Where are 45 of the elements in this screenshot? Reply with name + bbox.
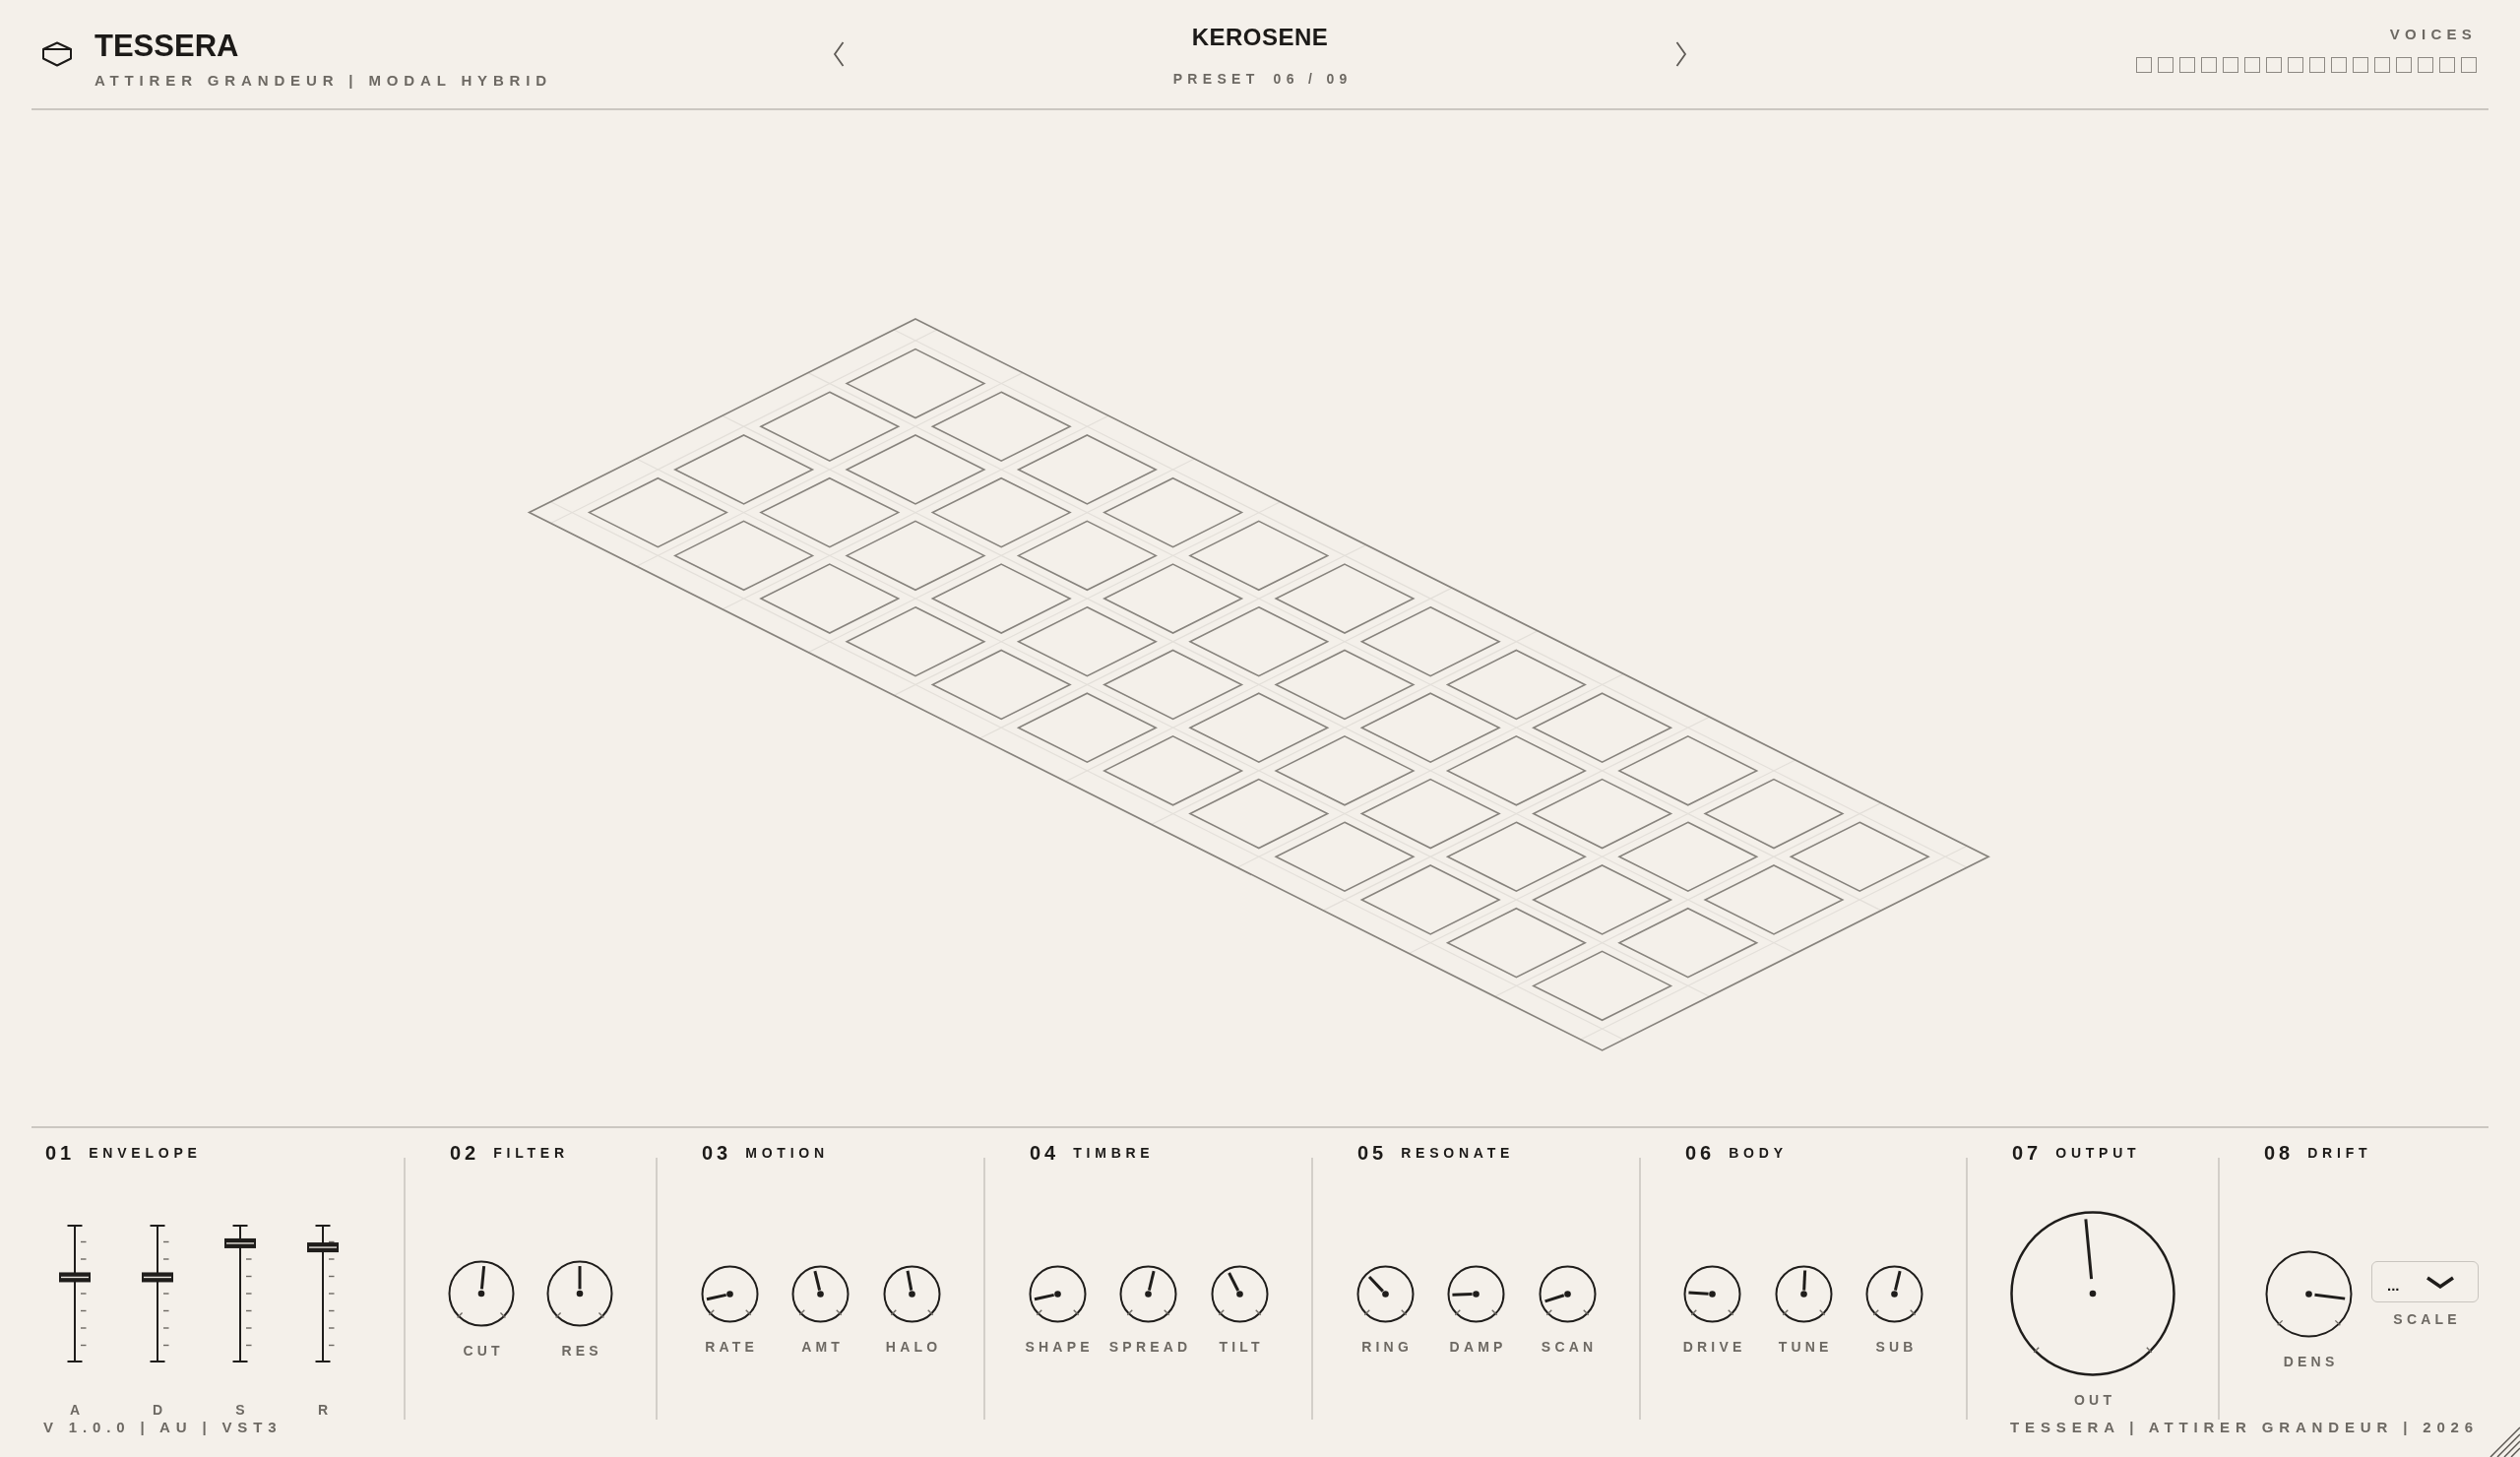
knob-label: AMT (800, 1337, 845, 1356)
fader-label: D (151, 1401, 167, 1419)
knob-label: DRIVE (1681, 1337, 1746, 1356)
knob-label: SPREAD (1107, 1337, 1192, 1356)
knob-label: DENS (2282, 1352, 2339, 1370)
knob-label: HALO (884, 1337, 942, 1356)
section-title: ENVELOPE (89, 1144, 202, 1163)
fader-label: S (234, 1401, 249, 1419)
section-title: BODY (1729, 1144, 1788, 1163)
fader-label: A (68, 1401, 85, 1419)
knob-label: SCAN (1540, 1337, 1598, 1356)
knob-label: RATE (704, 1337, 759, 1356)
knob-label: SUB (1874, 1337, 1918, 1356)
preset-name: KEROSENE (1191, 24, 1329, 51)
app-subtitle: ATTIRER GRANDEUR | MODAL HYBRID (94, 73, 552, 89)
knob-label: OUT (2073, 1391, 2116, 1409)
section-number: 02 (450, 1142, 480, 1164)
voices-label: VOICES (2389, 26, 2477, 43)
section-number: 08 (2264, 1142, 2295, 1164)
section-number: 01 (45, 1142, 76, 1164)
section-title: DRIFT (2307, 1144, 2372, 1163)
knob-label: RES (560, 1342, 602, 1360)
dropdown-label: SCALE (2392, 1310, 2461, 1328)
section-title: MOTION (745, 1144, 829, 1163)
section-number: 07 (2012, 1142, 2043, 1164)
knob-label: DAMP (1448, 1337, 1507, 1356)
section-number: 03 (702, 1142, 732, 1164)
knob-label: CUT (462, 1342, 504, 1360)
section-number: 05 (1357, 1142, 1388, 1164)
section-title: RESONATE (1401, 1144, 1515, 1163)
knob-label: SHAPE (1024, 1337, 1094, 1356)
preset-counter: 06 / 09 (1273, 71, 1353, 87)
section-number: 04 (1030, 1142, 1060, 1164)
app-title: TESSERA (94, 30, 240, 63)
version-text: V 1.0.0 | AU | VST3 (43, 1420, 283, 1435)
credit-text: TESSERA | ATTIRER GRANDEUR | 2026 (2010, 1420, 2479, 1435)
section-title: OUTPUT (2055, 1144, 2141, 1163)
knob-label: TUNE (1777, 1337, 1833, 1356)
section-title: FILTER (493, 1144, 569, 1163)
knob-label: RING (1360, 1337, 1413, 1356)
section-title: TIMBRE (1073, 1144, 1155, 1163)
section-number: 06 (1685, 1142, 1716, 1164)
fader-label: R (316, 1401, 333, 1419)
preset-label: PRESET (1172, 71, 1260, 87)
knob-label: TILT (1218, 1337, 1264, 1356)
